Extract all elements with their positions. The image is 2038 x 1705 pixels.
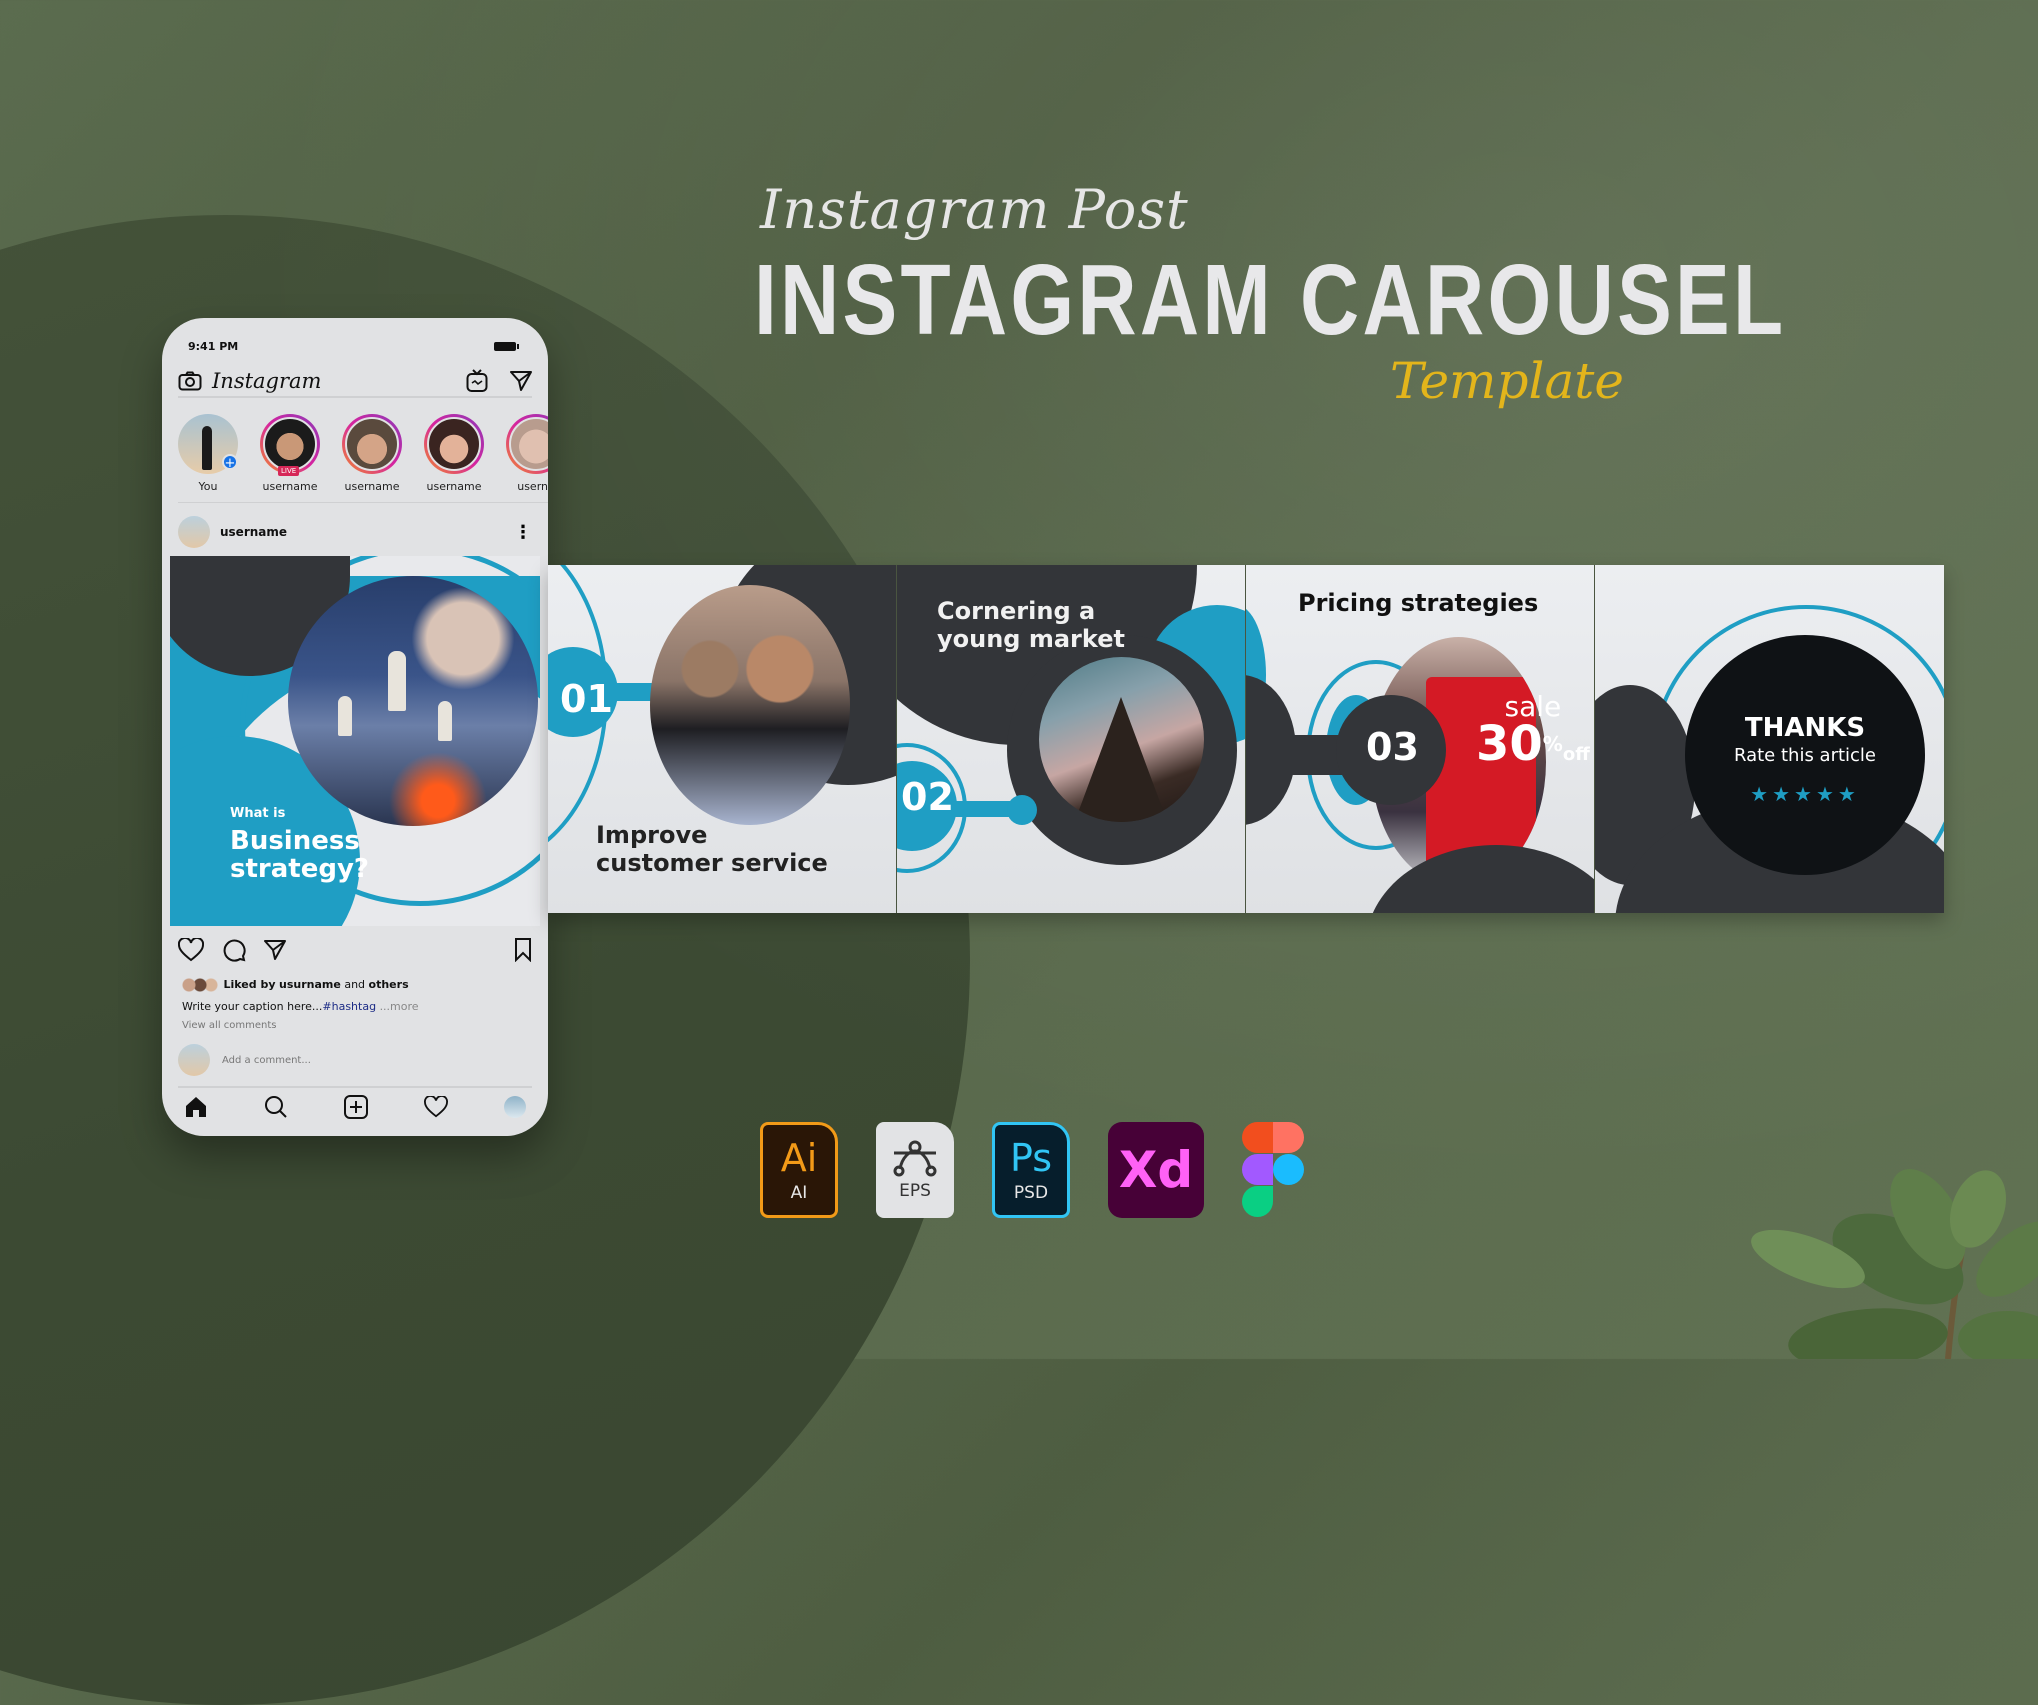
post-image[interactable]: What is Business strategy? [170,556,540,926]
add-story-icon[interactable]: + [222,454,238,471]
subtitle-script: Instagram Post [760,178,1189,241]
step-number: 03 [1366,725,1419,769]
search-icon[interactable] [264,1095,288,1119]
battery-icon [494,342,519,351]
post-username[interactable]: username [220,525,287,539]
carousel-strip: 01 Improve customer service 02 Cornering… [548,565,1944,913]
status-time: 9:41 PM [188,340,239,353]
slide-heading: Cornering a young market [937,597,1125,653]
slide-heading: Pricing strategies [1298,589,1539,617]
story-label: You [198,480,218,493]
story-item[interactable]: userna [506,414,548,493]
likers-avatars [182,978,220,992]
story-label: username [426,480,482,493]
photoshop-icon: Ps PSD [992,1122,1070,1218]
carousel-slide-3[interactable]: sale 30%off 03 Pricing strategies [1246,565,1595,913]
add-comment-row: Add a comment... [178,1044,311,1076]
page-title: INSTAGRAM CAROUSEL [754,244,1787,356]
instagram-logo: Instagram [212,369,322,393]
share-icon[interactable] [264,939,286,961]
avatar[interactable] [178,516,210,548]
format-icons: Ai AI EPS Ps PSD Xd [760,1122,1304,1218]
building-photo [1039,657,1204,822]
post-image-heading-1: Business [230,826,360,856]
template-script: Template [1390,352,1624,410]
eps-icon: EPS [876,1122,954,1218]
customer-service-photo [650,585,850,825]
bottom-tab-bar [178,1086,532,1126]
add-comment-input[interactable]: Add a comment... [222,1055,311,1066]
story-label: username [344,480,400,493]
chess-photo [288,576,538,826]
step-number: 02 [901,775,954,819]
step-number: 01 [560,677,613,721]
star-rating[interactable]: ★★★★★ [1685,782,1925,806]
home-icon[interactable] [184,1096,208,1118]
live-badge: LIVE [278,466,300,476]
camera-icon[interactable] [178,371,202,391]
instagram-header: Instagram [178,366,532,398]
direct-message-icon[interactable] [510,370,532,392]
illustrator-icon: Ai AI [760,1122,838,1218]
thanks-text: THANKS [1744,713,1866,743]
carousel-slide-1[interactable]: 01 Improve customer service [548,565,897,913]
story-item[interactable]: username [424,414,484,493]
bookmark-icon[interactable] [514,938,532,962]
post-actions [178,938,532,962]
new-post-icon[interactable] [344,1095,368,1119]
plant-decoration [1751,1169,2038,1359]
story-label: userna [517,480,548,493]
likes-text: Liked by usurname and others [182,978,409,992]
story-own[interactable]: + You [178,414,238,493]
vector-path-icon [893,1140,937,1177]
stories-row: + You LIVE username username username us… [178,414,548,493]
activity-heart-icon[interactable] [424,1096,448,1118]
story-item[interactable]: username [342,414,402,493]
sale-sign: sale 30%off [1476,690,1590,772]
avatar [509,417,548,471]
post-image-small-text: What is [230,806,286,821]
like-icon[interactable] [178,938,204,962]
avatar [263,417,317,471]
hashtag-link[interactable]: #hashtag [322,1000,376,1013]
caption: Write your caption here...#hashtag ...mo… [182,1000,419,1013]
divider [178,502,548,503]
post-header: username ⋮ [178,514,532,550]
avatar [345,417,399,471]
more-options-icon[interactable]: ⋮ [514,522,532,543]
igtv-icon[interactable] [466,369,488,393]
view-all-comments-link[interactable]: View all comments [182,1020,277,1031]
xd-icon: Xd [1108,1122,1204,1218]
more-link[interactable]: ...more [380,1000,419,1013]
figma-icon [1242,1122,1304,1218]
story-label: username [262,480,318,493]
post-image-heading-2: strategy? [230,854,369,884]
profile-avatar-icon[interactable] [504,1096,526,1118]
avatar [178,1044,210,1076]
story-item[interactable]: LIVE username [260,414,320,493]
comment-icon[interactable] [222,938,246,962]
rate-text: Rate this article [1733,745,1877,766]
phone-mockup: 9:41 PM Instagram + You LIVE username us… [162,318,548,1136]
avatar [427,417,481,471]
slide-heading: Improve customer service [596,821,828,877]
carousel-slide-4[interactable]: THANKS Rate this article ★★★★★ [1595,565,1944,913]
carousel-slide-2[interactable]: 02 Cornering a young market [897,565,1246,913]
